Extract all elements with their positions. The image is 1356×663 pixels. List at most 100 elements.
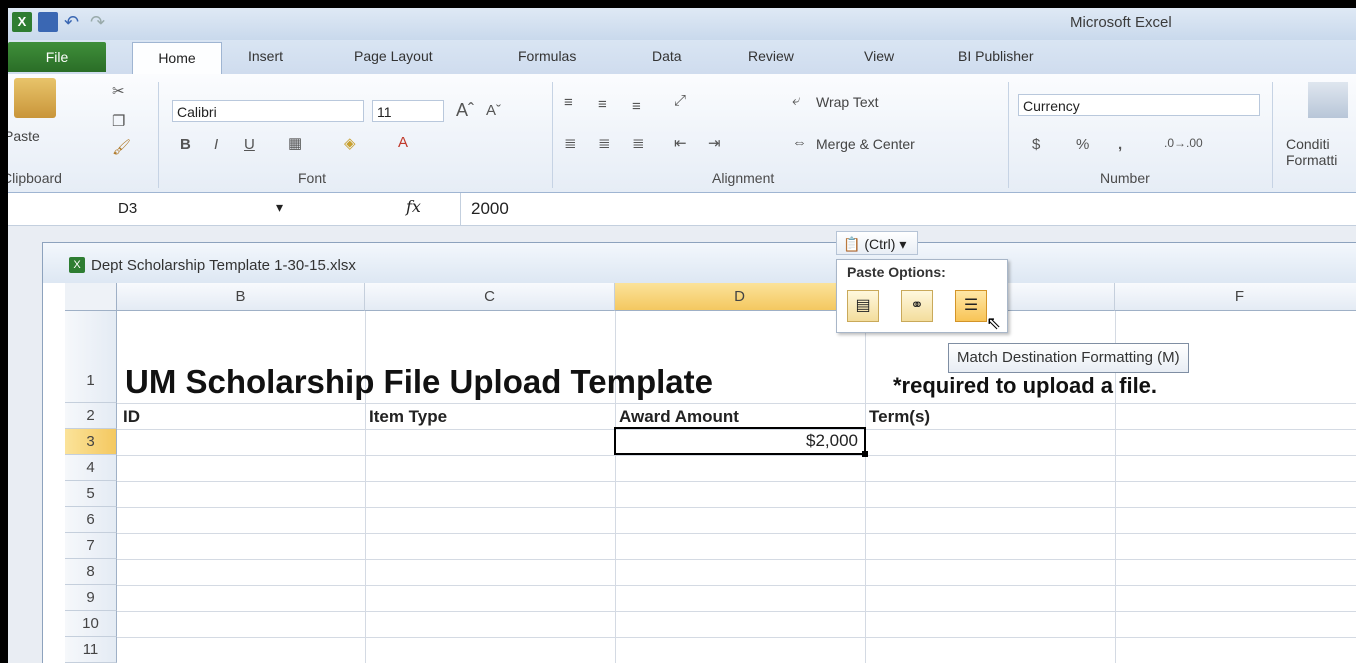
title-bar: X ↶ ↷ Microsoft Excel [8,8,1356,40]
table-row [117,455,1356,482]
sheet-title-cell[interactable]: UM Scholarship File Upload Template [125,363,713,401]
spreadsheet-grid[interactable]: B C D E F 1 2 3 4 5 6 7 8 9 [65,283,1356,663]
table-row [117,533,1356,560]
formula-input[interactable]: 2000 [460,193,509,225]
paste-options-title: Paste Options: [847,264,946,280]
increase-decimal-icon[interactable]: .0→.00 [1164,136,1203,150]
number-group-label: Number [1100,170,1150,186]
conditional-formatting-icon[interactable] [1308,82,1348,118]
column-header-d[interactable]: D [615,283,865,311]
row-header-7[interactable]: 7 [65,533,117,559]
bold-icon[interactable]: B [180,136,191,153]
fill-color-icon[interactable]: ◈ [344,134,356,152]
match-destination-formatting-icon[interactable]: ☰ [955,290,987,322]
save-icon[interactable] [38,12,58,32]
paste-icon[interactable] [14,78,56,118]
app-title: Microsoft Excel [1070,14,1172,31]
header-terms-cell[interactable]: Term(s) [869,407,930,427]
conditional-formatting-button[interactable]: Conditi [1286,136,1330,152]
number-format-combo[interactable]: Currency [1018,94,1260,116]
tab-formulas[interactable]: Formulas [518,48,576,64]
orientation-icon[interactable]: ⤢ [674,92,686,109]
format-painter-icon[interactable]: 🖌 [112,138,131,156]
ribbon: Paste ✂ ❐ 🖌 Clipboard Calibri 11 Aˆ Aˇ B… [8,74,1356,193]
align-bottom-icon[interactable]: ≡ [632,98,641,115]
column-header-c[interactable]: C [365,283,615,311]
header-id-cell[interactable]: ID [123,407,140,427]
active-cell-d3[interactable]: $2,000 [614,427,866,455]
paste-button[interactable]: Paste [8,128,40,144]
copy-icon[interactable]: ❐ [112,112,125,130]
font-color-icon[interactable]: A [398,134,408,151]
tab-insert[interactable]: Insert [248,48,283,64]
excel-screen: X ↶ ↷ Microsoft Excel File Home Insert P… [8,8,1356,663]
row-header-8[interactable]: 8 [65,559,117,585]
mouse-pointer-icon: ⇖ [986,313,1002,333]
paste-options-button[interactable]: 📋 (Ctrl) ▾ [836,231,918,255]
table-row [117,611,1356,638]
tab-data[interactable]: Data [652,48,682,64]
merge-center-icon: ⇔ [792,134,807,151]
tab-review[interactable]: Review [748,48,794,64]
link-cells-icon[interactable]: ⚭ [901,290,933,322]
tooltip: Match Destination Formatting (M) [948,343,1189,373]
column-header-f[interactable]: F [1115,283,1356,311]
table-row [117,585,1356,612]
align-center-icon[interactable]: ≣ [598,134,611,152]
row-header-4[interactable]: 4 [65,455,117,481]
tab-view[interactable]: View [864,48,894,64]
clipboard-group-label: Clipboard [8,170,62,186]
percent-style-button[interactable]: % [1076,136,1089,153]
keep-source-formatting-icon[interactable]: ▤ [847,290,879,322]
decrease-indent-icon[interactable]: ⇤ [674,134,687,152]
name-box-dropdown-icon[interactable]: ▾ [276,199,283,216]
merge-center-button[interactable]: Merge & Center [816,136,915,152]
excel-logo-icon: X [12,12,32,32]
grow-font-icon[interactable]: Aˆ [456,100,474,121]
font-name-combo[interactable]: Calibri [172,100,364,122]
header-item-type-cell[interactable]: Item Type [369,407,447,427]
workbook-name: Dept Scholarship Template 1-30-15.xlsx [91,257,356,274]
row-header-5[interactable]: 5 [65,481,117,507]
accounting-format-button[interactable]: $ [1032,136,1040,153]
italic-icon[interactable]: I [214,136,218,153]
workbook-icon: X [69,257,85,273]
borders-icon[interactable]: ▦ [288,134,302,152]
increase-indent-icon[interactable]: ⇥ [708,134,721,152]
fill-handle[interactable] [862,451,868,457]
tab-bi-publisher[interactable]: BI Publisher [958,48,1033,64]
undo-icon[interactable]: ↶ [64,12,84,32]
alignment-group-label: Alignment [712,170,775,186]
cut-icon[interactable]: ✂ [112,82,125,100]
row-header-2[interactable]: 2 [65,403,117,429]
align-top-icon[interactable]: ≡ [564,94,573,111]
column-header-b[interactable]: B [117,283,365,311]
row-header-3[interactable]: 3 [65,429,117,455]
row-header-1[interactable]: 1 [65,311,117,403]
required-note-cell[interactable]: *required to upload a file. [893,373,1157,399]
font-size-combo[interactable]: 11 [372,100,444,122]
align-left-icon[interactable]: ≣ [564,134,577,152]
header-award-amount-cell[interactable]: Award Amount [619,407,739,427]
select-all-corner[interactable] [65,283,117,311]
conditional-formatting-button-line2[interactable]: Formatti [1286,152,1337,168]
insert-function-button[interactable]: fx [406,197,421,216]
align-middle-icon[interactable]: ≡ [598,96,607,113]
shrink-font-icon[interactable]: Aˇ [486,102,501,119]
align-right-icon[interactable]: ≣ [632,134,645,152]
tab-page-layout[interactable]: Page Layout [354,48,433,64]
underline-icon[interactable]: U [244,136,255,153]
tab-home[interactable]: Home [132,42,222,75]
comma-style-button[interactable]: , [1118,136,1122,153]
redo-icon[interactable]: ↷ [90,12,110,32]
table-row [117,507,1356,534]
row-header-9[interactable]: 9 [65,585,117,611]
name-box[interactable]: D3 [8,197,268,221]
row-header-6[interactable]: 6 [65,507,117,533]
wrap-text-button[interactable]: Wrap Text [816,94,879,110]
workbook-title-bar: X Dept Scholarship Template 1-30-15.xlsx [43,243,1356,283]
row-header-11[interactable]: 11 [65,637,117,663]
font-group-label: Font [298,170,327,186]
tab-file[interactable]: File [8,42,106,72]
row-header-10[interactable]: 10 [65,611,117,637]
